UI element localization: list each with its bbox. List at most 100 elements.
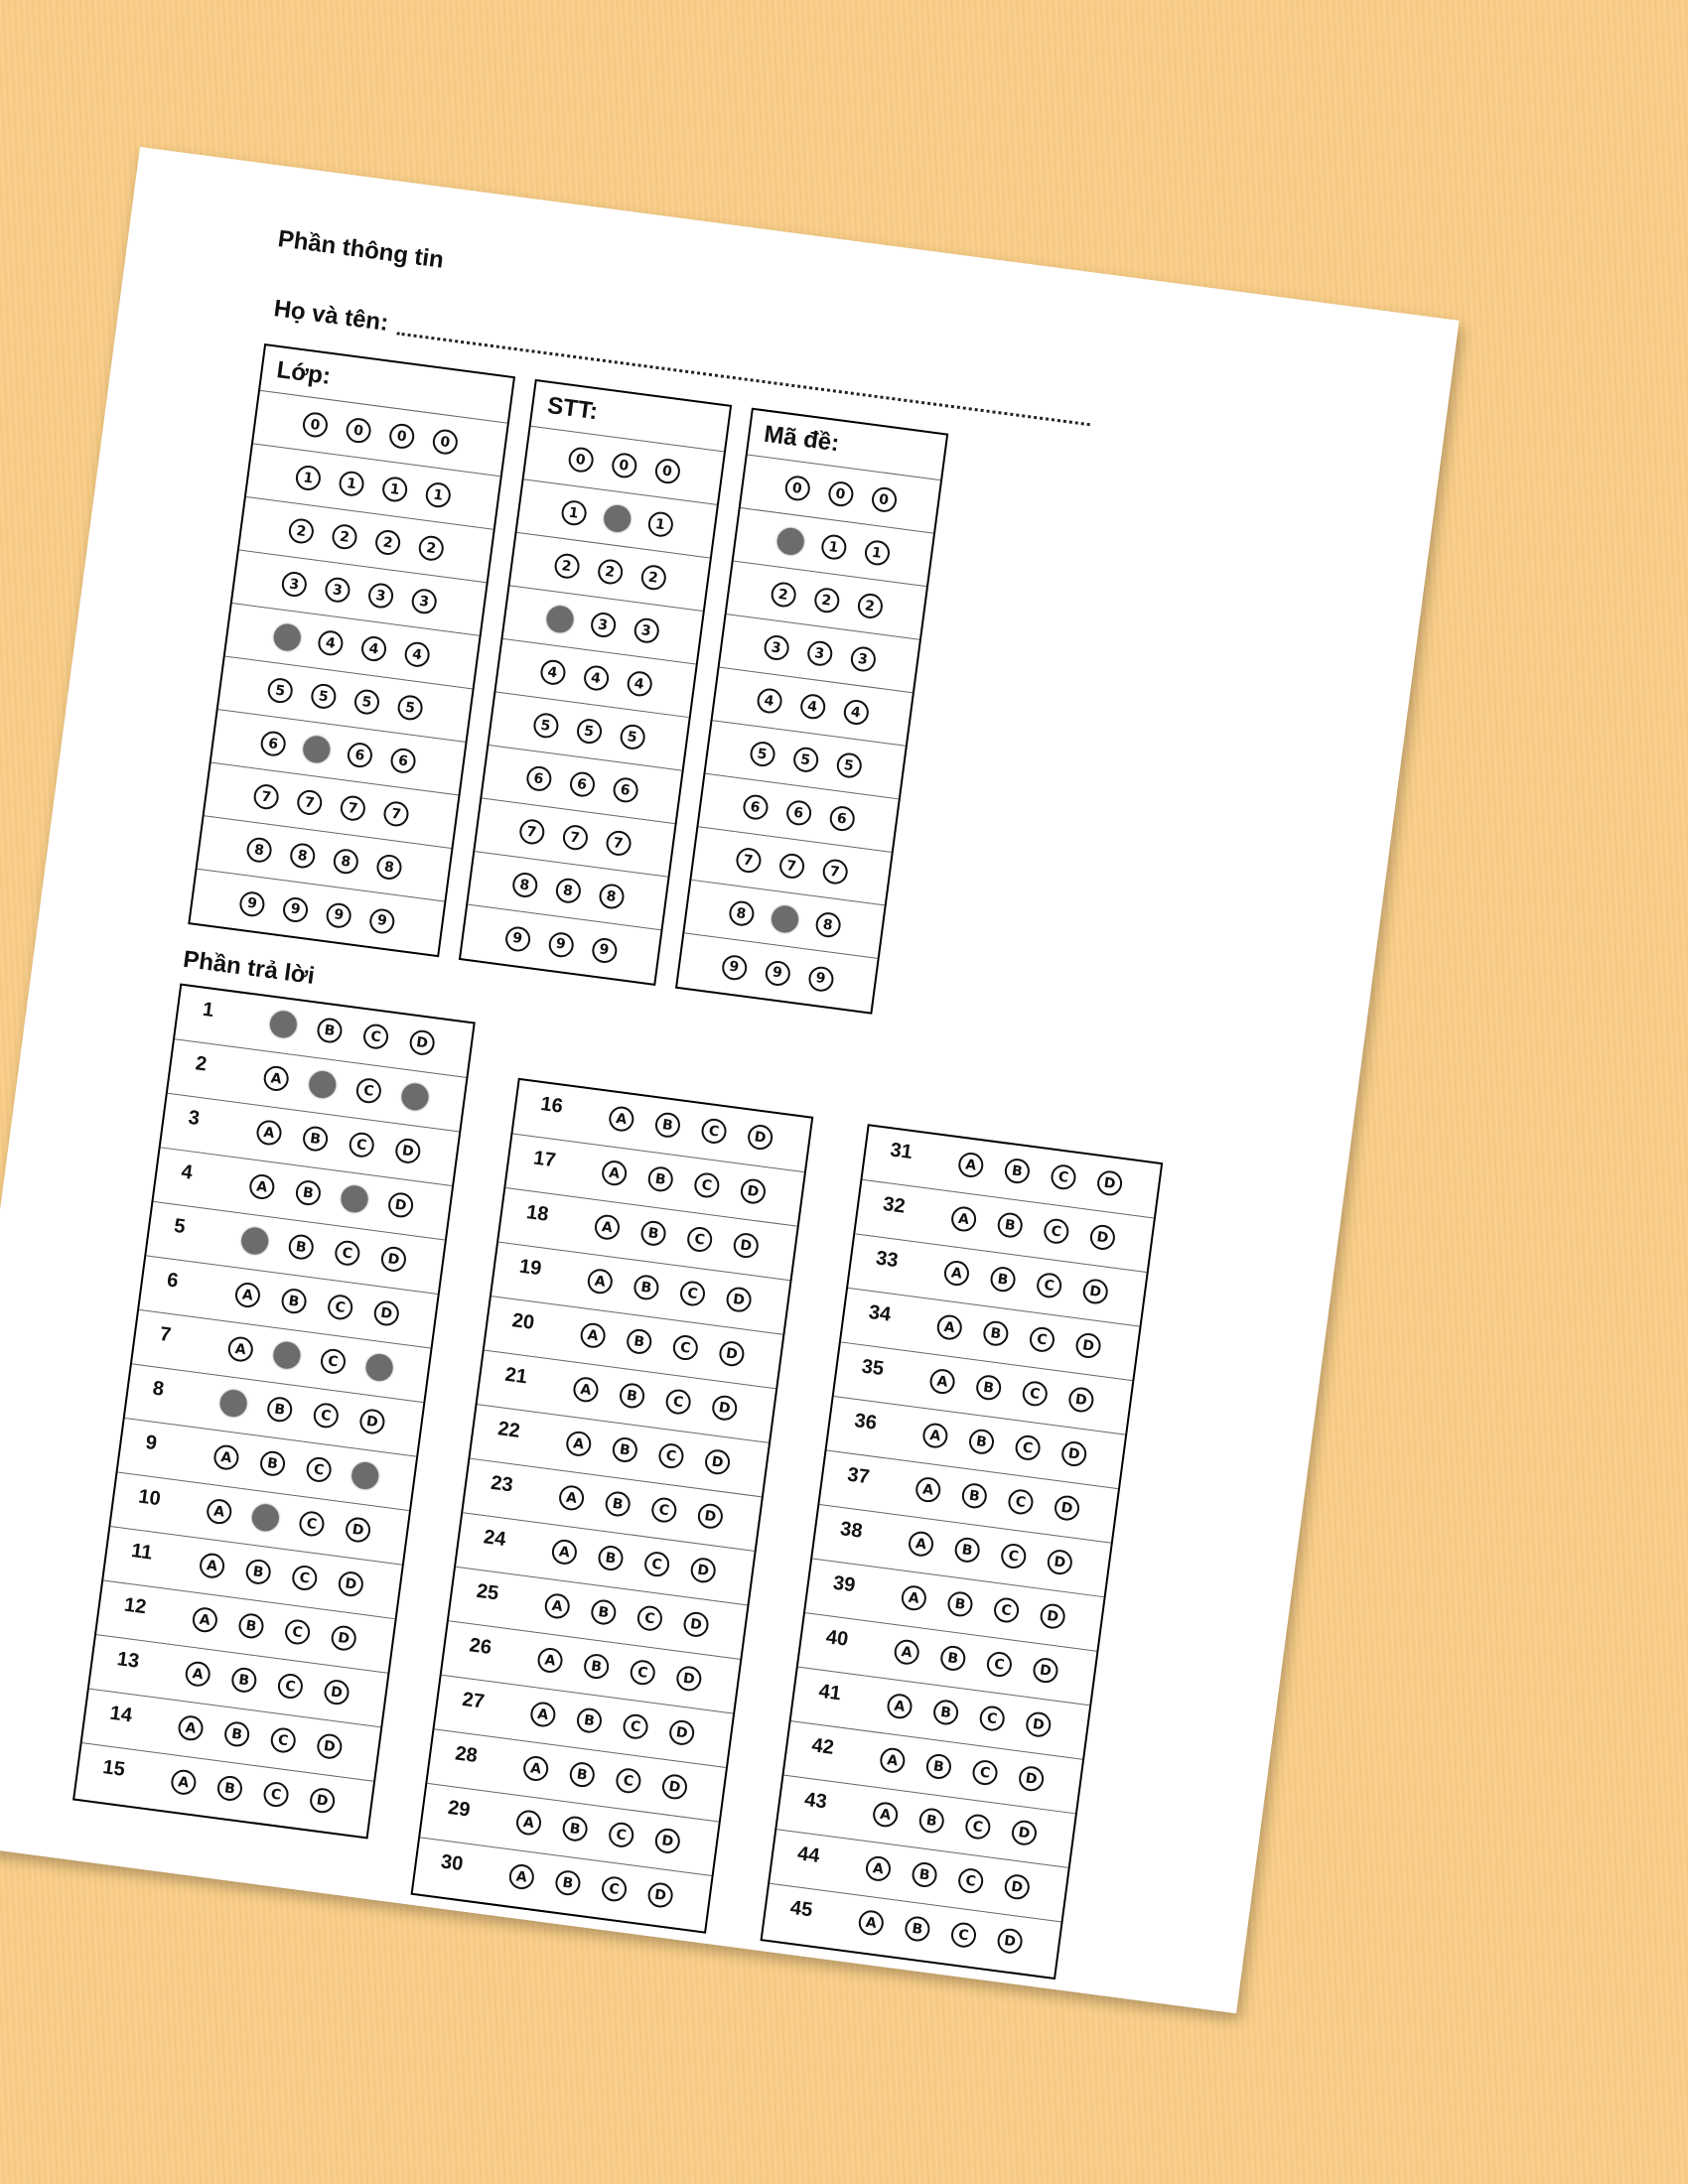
option-bubble[interactable]: C <box>978 1705 1007 1733</box>
option-bubble[interactable]: A <box>521 1754 550 1783</box>
option-bubble[interactable]: B <box>911 1860 939 1889</box>
digit-bubble[interactable]: 7 <box>560 823 589 852</box>
digit-bubble[interactable]: 1 <box>774 526 805 557</box>
digit-bubble[interactable]: 3 <box>762 633 790 662</box>
digit-bubble[interactable]: 9 <box>503 924 532 953</box>
option-bubble[interactable]: D <box>1081 1277 1110 1305</box>
digit-bubble[interactable]: 6 <box>259 730 288 758</box>
option-bubble[interactable]: B <box>244 1558 273 1586</box>
digit-bubble[interactable]: 5 <box>791 746 820 774</box>
option-bubble[interactable]: A <box>169 1768 198 1797</box>
digit-bubble[interactable]: 7 <box>820 858 849 887</box>
digit-bubble[interactable]: 7 <box>734 846 763 875</box>
option-bubble[interactable]: C <box>999 1542 1028 1570</box>
option-bubble[interactable]: C <box>629 1658 657 1687</box>
digit-bubble[interactable]: 5 <box>309 682 338 711</box>
option-bubble[interactable]: C <box>1049 1162 1078 1191</box>
option-bubble[interactable]: B <box>967 1428 996 1456</box>
option-bubble[interactable]: D <box>408 1028 437 1057</box>
option-bubble[interactable]: B <box>604 1489 633 1519</box>
option-bubble[interactable]: D <box>322 1678 352 1706</box>
option-bubble[interactable]: B <box>945 1589 974 1618</box>
option-bubble[interactable]: D <box>703 1447 732 1476</box>
digit-bubble[interactable]: 2 <box>596 557 625 586</box>
option-bubble[interactable]: A <box>205 1497 233 1526</box>
option-bubble[interactable]: A <box>198 1552 226 1580</box>
option-bubble[interactable]: A <box>878 1746 907 1775</box>
option-bubble[interactable]: C <box>685 1225 714 1254</box>
option-bubble[interactable]: C <box>956 1866 985 1895</box>
option-bubble[interactable]: C <box>1042 1217 1070 1246</box>
option-bubble[interactable]: A <box>564 1430 593 1458</box>
option-bubble[interactable]: A <box>550 1538 579 1567</box>
digit-bubble[interactable]: 8 <box>553 877 582 905</box>
option-bubble[interactable]: D <box>739 1177 768 1206</box>
option-bubble[interactable]: D <box>674 1664 703 1693</box>
option-bubble[interactable]: B <box>611 1435 639 1464</box>
digit-bubble[interactable]: 6 <box>524 764 553 793</box>
option-bubble[interactable]: D <box>646 1880 675 1910</box>
digit-bubble[interactable]: 2 <box>417 534 446 563</box>
option-bubble[interactable]: C <box>297 1509 326 1538</box>
digit-bubble[interactable]: 5 <box>396 693 425 722</box>
option-bubble[interactable]: C <box>971 1758 1000 1787</box>
option-bubble[interactable]: B <box>271 1340 303 1371</box>
option-bubble[interactable]: A <box>514 1809 543 1838</box>
option-bubble[interactable]: A <box>507 1862 536 1891</box>
digit-bubble[interactable]: 6 <box>784 798 813 827</box>
option-bubble[interactable]: D <box>1031 1656 1060 1685</box>
digit-bubble[interactable]: 6 <box>611 775 639 804</box>
option-bubble[interactable]: B <box>596 1544 626 1572</box>
option-bubble[interactable]: B <box>632 1273 660 1301</box>
digit-bubble[interactable]: 9 <box>590 935 619 964</box>
option-bubble[interactable]: A <box>262 1064 291 1093</box>
option-bubble[interactable]: D <box>667 1718 696 1747</box>
digit-bubble[interactable]: 4 <box>625 669 653 698</box>
option-bubble[interactable]: A <box>233 1281 262 1309</box>
option-bubble[interactable]: D <box>399 1081 431 1112</box>
digit-bubble[interactable]: 5 <box>531 711 560 740</box>
option-bubble[interactable]: A <box>607 1105 635 1134</box>
option-bubble[interactable]: B <box>924 1752 953 1781</box>
digit-bubble[interactable]: 8 <box>374 853 403 882</box>
option-bubble[interactable]: C <box>664 1388 693 1417</box>
digit-bubble[interactable]: 4 <box>316 628 345 657</box>
digit-bubble[interactable]: 5 <box>352 688 381 717</box>
digit-bubble[interactable]: 3 <box>410 587 439 615</box>
option-bubble[interactable]: D <box>393 1137 422 1165</box>
digit-bubble[interactable]: 3 <box>323 576 352 605</box>
digit-bubble[interactable]: 7 <box>381 799 411 828</box>
digit-bubble[interactable]: 9 <box>806 964 835 993</box>
option-bubble[interactable]: A <box>247 1172 276 1201</box>
digit-bubble[interactable]: 2 <box>287 516 316 546</box>
digit-bubble[interactable]: 7 <box>604 829 633 858</box>
option-bubble[interactable]: D <box>1003 1872 1032 1901</box>
digit-bubble[interactable]: 7 <box>252 782 281 811</box>
option-bubble[interactable]: C <box>963 1813 992 1842</box>
digit-bubble[interactable]: 4 <box>582 663 611 693</box>
digit-bubble[interactable]: 1 <box>338 470 366 498</box>
option-bubble[interactable]: C <box>985 1650 1014 1679</box>
option-bubble[interactable]: C <box>276 1672 305 1701</box>
option-bubble[interactable]: B <box>996 1211 1025 1240</box>
option-bubble[interactable]: B <box>301 1125 330 1154</box>
digit-bubble[interactable]: 9 <box>367 906 396 935</box>
option-bubble[interactable]: A <box>871 1800 900 1829</box>
option-bubble[interactable]: C <box>354 1076 383 1105</box>
digit-bubble[interactable]: 0 <box>566 446 595 475</box>
option-bubble[interactable]: D <box>682 1610 711 1639</box>
option-bubble[interactable]: A <box>600 1159 629 1187</box>
digit-bubble[interactable]: 0 <box>652 457 681 485</box>
option-bubble[interactable]: B <box>981 1319 1010 1348</box>
digit-bubble[interactable]: 9 <box>720 953 749 982</box>
option-bubble[interactable]: C <box>333 1239 361 1268</box>
option-bubble[interactable]: A <box>907 1530 935 1559</box>
option-bubble[interactable]: A <box>268 1009 299 1040</box>
option-bubble[interactable]: D <box>1017 1764 1046 1793</box>
option-bubble[interactable]: B <box>960 1481 989 1510</box>
option-bubble[interactable]: D <box>337 1570 365 1598</box>
option-bubble[interactable]: A <box>239 1225 270 1257</box>
option-bubble[interactable]: A <box>914 1475 942 1504</box>
option-bubble[interactable]: C <box>1028 1325 1056 1354</box>
option-bubble[interactable]: D <box>1024 1710 1053 1739</box>
